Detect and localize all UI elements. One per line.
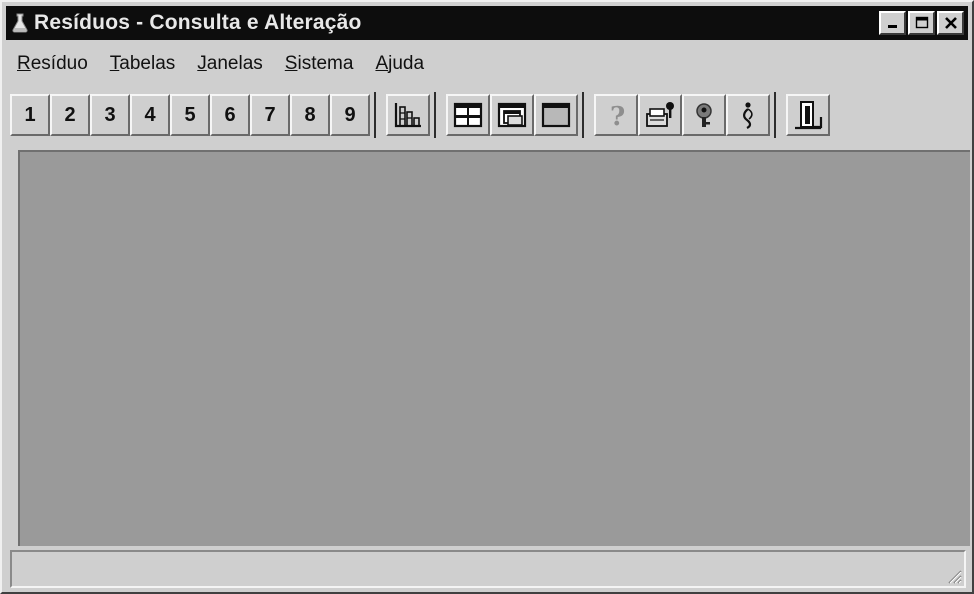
- menu-tabelas[interactable]: Tabelas: [99, 53, 187, 75]
- chart-group: [382, 92, 436, 138]
- number-buttons-group: 1 2 3 4 5 6 7 8 9: [6, 92, 376, 138]
- window-group: [442, 92, 584, 138]
- minimize-icon: [887, 25, 897, 28]
- exit-button[interactable]: [786, 94, 830, 136]
- maximize-button[interactable]: [908, 11, 935, 35]
- svg-text:?: ?: [610, 102, 625, 130]
- cascade-windows-button[interactable]: [490, 94, 534, 136]
- system-group: ?: [590, 92, 776, 138]
- toolbar-button-9[interactable]: 9: [330, 94, 370, 136]
- menu-ajuda[interactable]: Ajuda: [364, 53, 435, 75]
- tile-windows-button[interactable]: [446, 94, 490, 136]
- toolbar-button-4[interactable]: 4: [130, 94, 170, 136]
- print-icon: [646, 102, 674, 127]
- app-flask-icon[interactable]: [6, 6, 34, 40]
- key-button[interactable]: [682, 94, 726, 136]
- toolbar-button-8[interactable]: 8: [290, 94, 330, 136]
- toolbar: 1 2 3 4 5 6 7 8 9 ?: [6, 84, 968, 146]
- toolbar-button-6[interactable]: 6: [210, 94, 250, 136]
- status-bar: [10, 550, 966, 588]
- toolbar-button-7[interactable]: 7: [250, 94, 290, 136]
- close-icon: [944, 17, 957, 29]
- key-icon: [696, 103, 712, 127]
- info-icon: [743, 102, 753, 129]
- toolbar-button-1[interactable]: 1: [10, 94, 50, 136]
- window-icon: [541, 102, 571, 128]
- help-icon: ?: [610, 102, 625, 130]
- menu-residuo[interactable]: Resíduo: [6, 53, 99, 75]
- info-button[interactable]: [726, 94, 770, 136]
- main-window: Resíduos - Consulta e Alteração Resíduo …: [0, 0, 974, 594]
- maximize-icon: [915, 16, 928, 29]
- toolbar-button-2[interactable]: 2: [50, 94, 90, 136]
- toolbar-button-3[interactable]: 3: [90, 94, 130, 136]
- menu-bar: Resíduo Tabelas Janelas Sistema Ajuda: [6, 44, 968, 84]
- toolbar-button-5[interactable]: 5: [170, 94, 210, 136]
- menu-sistema[interactable]: Sistema: [274, 53, 365, 75]
- cascade-windows-icon: [497, 102, 527, 128]
- tile-windows-icon: [453, 102, 483, 128]
- chart-icon: [394, 103, 421, 128]
- title-bar[interactable]: Resíduos - Consulta e Alteração: [6, 6, 968, 40]
- chart-button[interactable]: [386, 94, 430, 136]
- resize-grip-icon[interactable]: [946, 568, 962, 584]
- close-button[interactable]: [937, 11, 964, 35]
- minimize-button[interactable]: [879, 11, 906, 35]
- exit-door-icon: [795, 101, 823, 130]
- exit-group: [782, 92, 834, 138]
- window-button[interactable]: [534, 94, 578, 136]
- menu-janelas[interactable]: Janelas: [186, 53, 274, 75]
- help-button[interactable]: ?: [594, 94, 638, 136]
- window-title: Resíduos - Consulta e Alteração: [34, 11, 362, 34]
- print-button[interactable]: [638, 94, 682, 136]
- mdi-workspace[interactable]: [18, 150, 970, 546]
